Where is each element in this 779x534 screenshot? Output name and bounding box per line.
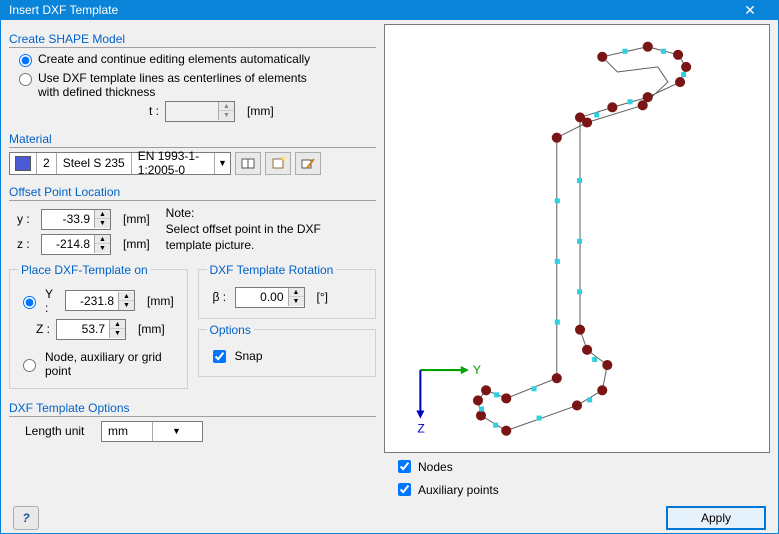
offset-group-header: Offset Point Location [9,185,376,201]
place-Y-label: Y : [45,287,59,315]
offset-y-unit: [mm] [123,212,150,226]
snap-label: Snap [235,349,263,363]
material-dropdown-icon[interactable]: ▼ [214,153,230,174]
place-yz-radio[interactable] [23,296,36,309]
material-select[interactable]: 2 Steel S 235 EN 1993-1-1:2005-0 ▼ [9,152,231,175]
place-Z-unit: [mm] [138,322,165,336]
shape-radio-centerline[interactable] [19,73,32,86]
shape-group-header: Create SHAPE Model [9,32,376,48]
thickness-unit: [mm] [247,104,274,118]
dxfopt-group-header: DXF Template Options [9,401,376,417]
thickness-input [166,102,218,121]
material-standard: EN 1993-1-1:2005-0 [132,153,214,174]
y-axis-label: Y [473,363,481,377]
close-icon[interactable]: ✕ [730,2,770,19]
material-edit-button[interactable] [295,152,321,175]
dxf-preview[interactable]: Y Z [384,24,770,453]
place-Y-input[interactable] [66,291,118,310]
rotation-beta-spinner[interactable]: ▲▼ [235,287,305,308]
material-name: Steel S 235 [57,153,132,174]
offset-note-text: Select offset point in the DXF template … [166,221,336,253]
nodes-checkbox[interactable] [398,460,411,473]
aux-points-label: Auxiliary points [418,483,499,497]
length-unit-dropdown-icon[interactable]: ▼ [152,422,202,441]
place-Z-input[interactable] [57,320,109,339]
place-Y-unit: [mm] [147,294,174,308]
place-node-label: Node, auxiliary or grid point [45,350,179,378]
offset-y-input[interactable] [42,210,94,229]
material-group-header: Material [9,132,376,148]
length-unit-select[interactable]: mm ▼ [101,421,203,442]
aux-points-checkbox[interactable] [398,483,411,496]
offset-z-spinner[interactable]: ▲▼ [41,234,111,255]
length-unit-label: Length unit [25,424,95,438]
title-bar: Insert DXF Template ✕ [1,1,778,20]
shape-radio-centerline-label: Use DXF template lines as centerlines of… [38,71,318,99]
window-title: Insert DXF Template [9,3,118,17]
material-library-button[interactable] [235,152,261,175]
rotation-beta-label: β : [213,290,229,304]
place-Z-spinner[interactable]: ▲▼ [56,319,126,340]
offset-note-header: Note: [166,205,336,221]
place-Z-label: Z : [36,322,50,336]
thickness-spinner: ▲▼ [165,101,235,122]
offset-y-label: y : [17,212,35,226]
offset-y-spinner[interactable]: ▲▼ [41,209,111,230]
rotation-group-header: DXF Template Rotation [207,263,337,277]
options-group-header: Options [207,323,254,337]
place-node-radio[interactable] [23,359,36,372]
rotation-beta-unit: [°] [317,290,328,304]
offset-z-unit: [mm] [123,237,150,251]
place-group-header: Place DXF-Template on [18,263,151,277]
nodes-label: Nodes [418,460,453,474]
apply-button[interactable]: Apply [666,506,766,530]
length-unit-value: mm [102,424,152,438]
snap-checkbox[interactable] [213,350,226,363]
offset-z-input[interactable] [42,235,94,254]
offset-z-label: z : [17,237,35,251]
place-Y-spinner[interactable]: ▲▼ [65,290,135,311]
thickness-label: t : [149,104,159,118]
z-axis-label: Z [417,422,425,436]
shape-radio-auto[interactable] [19,54,32,67]
material-color-swatch [15,156,31,171]
rotation-beta-input[interactable] [236,288,288,307]
material-new-button[interactable] [265,152,291,175]
shape-radio-auto-label: Create and continue editing elements aut… [38,52,310,66]
material-number: 2 [36,153,57,174]
help-button[interactable]: ? [13,506,39,530]
